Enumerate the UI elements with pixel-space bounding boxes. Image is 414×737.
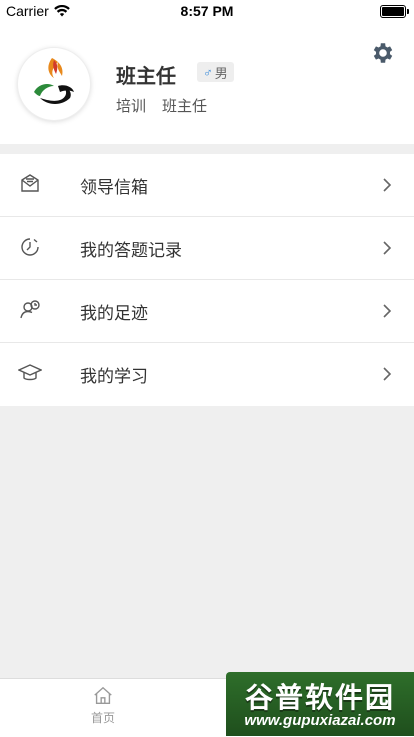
watermark: 谷普软件园 www.gupuxiazai.com: [226, 672, 414, 736]
menu-item-label: 我的学习: [80, 367, 148, 386]
gender-label: 男: [214, 65, 228, 81]
clock-icon: [21, 238, 39, 256]
chevron-right-icon: [383, 178, 392, 192]
status-bar: Carrier 8:57 PM: [0, 0, 414, 22]
user-subline: 培训 班主任: [116, 95, 207, 116]
status-time: 8:57 PM: [180, 3, 234, 19]
chevron-right-icon: [383, 241, 392, 255]
home-icon: [94, 686, 112, 705]
watermark-title: 谷普软件园: [244, 682, 395, 713]
user-history-icon: [20, 300, 40, 319]
battery-icon: [380, 5, 409, 18]
user-org: 培训: [116, 98, 147, 115]
menu-list: 领导信箱 我的答题记录 我的足迹 我的学习: [0, 154, 414, 406]
tab-home-label: 首页: [90, 711, 115, 725]
avatar[interactable]: [18, 48, 90, 120]
graduation-cap-icon: [18, 364, 42, 381]
mailbox-icon: [21, 174, 39, 192]
gear-icon[interactable]: [370, 40, 396, 66]
watermark-url: www.gupuxiazai.com: [244, 712, 396, 729]
male-symbol-icon: ♂: [203, 64, 213, 80]
chevron-right-icon: [383, 304, 392, 318]
user-name: 班主任: [116, 66, 176, 88]
gender-badge: ♂ 男: [197, 62, 234, 82]
menu-item-label: 我的答题记录: [80, 240, 182, 260]
menu-item-answer-records[interactable]: 我的答题记录: [0, 217, 414, 280]
tab-home[interactable]: 首页: [63, 685, 143, 726]
menu-item-label: 领导信箱: [80, 177, 148, 197]
profile-header: 班主任 ♂ 男 培训 班主任: [0, 22, 414, 144]
menu-item-leader-mailbox[interactable]: 领导信箱: [0, 154, 414, 217]
menu-item-my-study[interactable]: 我的学习: [0, 343, 414, 406]
user-role: 班主任: [162, 98, 208, 115]
chevron-right-icon: [383, 367, 392, 381]
logo-icon: [34, 58, 74, 104]
menu-item-label: 我的足迹: [80, 303, 148, 323]
menu-item-footprints[interactable]: 我的足迹: [0, 280, 414, 343]
